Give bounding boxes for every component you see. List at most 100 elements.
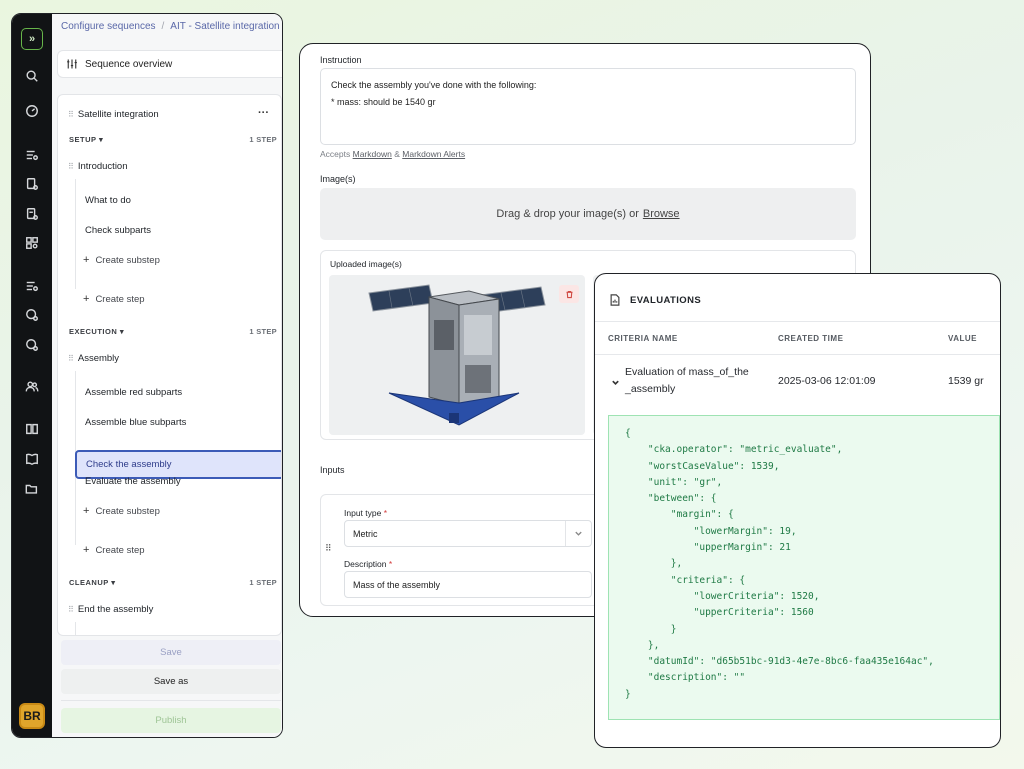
- drag-handle-icon[interactable]: ⠿: [325, 543, 332, 554]
- markdown-link[interactable]: Markdown: [353, 149, 392, 159]
- save-as-button[interactable]: Save as: [61, 669, 281, 694]
- grid-settings-icon[interactable]: [21, 232, 43, 254]
- substep-item[interactable]: Check subparts: [85, 225, 151, 236]
- substep-item[interactable]: What to do: [85, 195, 131, 206]
- description-input[interactable]: Mass of the assembly: [344, 571, 592, 598]
- json-line: "unit": "gr",: [625, 476, 723, 488]
- create-step-button[interactable]: + Create step: [83, 293, 145, 305]
- plus-icon: +: [83, 544, 90, 556]
- create-substep-button[interactable]: + Create substep: [83, 254, 160, 266]
- document-check-icon[interactable]: [21, 203, 43, 225]
- uploaded-images-label: Uploaded image(s): [330, 259, 402, 269]
- substep-item-selected[interactable]: Check the assembly: [75, 450, 281, 479]
- json-line: }: [625, 623, 677, 635]
- column-header[interactable]: CREATED TIME: [778, 334, 843, 343]
- drag-handle-icon[interactable]: ⠿: [68, 605, 74, 614]
- instruction-textarea[interactable]: Check the assembly you've done with the …: [320, 68, 856, 145]
- input-type-label: Input type *: [344, 508, 388, 518]
- substep-item[interactable]: Assemble blue subparts: [85, 417, 186, 428]
- section-header-execution[interactable]: EXECUTION ▾: [69, 327, 124, 336]
- created-time: 2025-03-06 12:01:09: [778, 375, 876, 387]
- breadcrumb: Configure sequences / AIT - Satellite inte…: [61, 21, 280, 32]
- breadcrumb-current: AIT - Satellite integration: [170, 21, 280, 32]
- json-line: "description": "": [625, 672, 746, 684]
- json-line: },: [625, 558, 683, 570]
- document-chart-icon: [610, 294, 620, 306]
- avatar[interactable]: BR: [19, 703, 45, 729]
- section-header-setup[interactable]: SETUP ▾: [69, 135, 103, 144]
- breadcrumb-parent-link[interactable]: Configure sequences: [61, 21, 156, 32]
- users-icon[interactable]: [21, 376, 43, 398]
- column-header[interactable]: VALUE: [948, 334, 977, 343]
- book-icon[interactable]: [21, 418, 43, 440]
- satellite-illustration: [368, 284, 546, 426]
- json-line: "cka.operator": "metric_evaluate",: [625, 444, 843, 456]
- column-header[interactable]: CRITERIA NAME: [608, 334, 678, 343]
- substep-item[interactable]: Assemble red subparts: [85, 387, 182, 398]
- plus-icon: +: [83, 293, 90, 305]
- delete-image-button[interactable]: [559, 285, 579, 303]
- sequence-title[interactable]: ⠿ Satellite integration: [68, 109, 159, 120]
- json-line: {: [625, 428, 631, 439]
- evaluation-value: 1539 gr: [948, 375, 984, 387]
- instruction-line: * mass: should be 1540 gr: [331, 97, 436, 107]
- list-settings-icon-2[interactable]: [21, 275, 43, 297]
- dashboard-gauge-icon[interactable]: [21, 100, 43, 122]
- tag-settings-icon-2[interactable]: [21, 334, 43, 356]
- json-line: "margin": {: [625, 509, 734, 521]
- expand-icon[interactable]: »: [21, 28, 43, 50]
- chevron-down-icon[interactable]: [611, 378, 620, 387]
- more-options-icon[interactable]: ···: [258, 107, 269, 119]
- search-icon[interactable]: [21, 65, 43, 87]
- evaluations-table-header: CRITERIA NAME CREATED TIME VALUE: [595, 321, 1000, 355]
- divider: [61, 700, 281, 701]
- tag-settings-icon[interactable]: [21, 304, 43, 326]
- step-end-the-assembly[interactable]: ⠿ End the assembly: [68, 604, 153, 615]
- json-line: "lowerMargin": 19,: [625, 525, 797, 537]
- step-introduction[interactable]: ⠿ Introduction: [68, 161, 128, 172]
- json-line: "criteria": {: [625, 574, 746, 586]
- section-count: 1 STEP: [249, 135, 277, 144]
- satellite-image-thumbnail[interactable]: [329, 275, 585, 435]
- input-type-select[interactable]: Metric: [344, 520, 592, 547]
- publish-button[interactable]: Publish: [61, 708, 281, 733]
- plus-icon: +: [83, 254, 90, 266]
- json-line: "upperMargin": 21: [625, 542, 791, 554]
- create-step-button[interactable]: + Create step: [83, 544, 145, 556]
- drag-handle-icon[interactable]: ⠿: [68, 110, 74, 119]
- sliders-icon: [67, 59, 77, 69]
- sequence-overview-label: Sequence overview: [85, 58, 173, 70]
- evaluations-title: EVALUATIONS: [609, 294, 701, 306]
- create-substep-button[interactable]: + Create substep: [83, 505, 160, 517]
- list-settings-icon[interactable]: [21, 144, 43, 166]
- browse-link[interactable]: Browse: [643, 208, 680, 220]
- book-open-icon[interactable]: [21, 448, 43, 470]
- drag-handle-icon[interactable]: ⠿: [68, 354, 74, 363]
- criteria-name-line: _assembly: [625, 383, 676, 395]
- json-line: }: [625, 688, 631, 700]
- section-count: 1 STEP: [249, 327, 277, 336]
- chevron-down-icon: [565, 521, 591, 546]
- trash-icon: [566, 290, 572, 298]
- criteria-name-line: Evaluation of mass_of_the: [625, 366, 749, 378]
- drag-handle-icon[interactable]: ⠿: [68, 162, 74, 171]
- json-line: },: [625, 639, 660, 651]
- substep-item[interactable]: Evaluate the assembly: [85, 476, 181, 487]
- markdown-hint: Accepts Markdown & Markdown Alerts: [320, 149, 466, 159]
- sequence-overview-button[interactable]: Sequence overview: [57, 50, 282, 78]
- json-line: "worstCaseValue": 1539,: [625, 460, 780, 472]
- image-dropzone[interactable]: Drag & drop your image(s) or Browse: [320, 188, 856, 240]
- evaluation-json-block: { "cka.operator": "metric_evaluate", "wo…: [608, 415, 1000, 720]
- table-row[interactable]: Evaluation of mass_of_the _assembly 2025…: [595, 356, 1000, 408]
- document-settings-icon[interactable]: [21, 173, 43, 195]
- json-line: "between": {: [625, 493, 717, 505]
- folder-open-icon[interactable]: [21, 478, 43, 500]
- json-line: "upperCriteria": 1560: [625, 607, 814, 619]
- markdown-alerts-link[interactable]: Markdown Alerts: [402, 149, 465, 159]
- save-button[interactable]: Save: [61, 640, 281, 665]
- evaluations-panel: EVALUATIONS CRITERIA NAME CREATED TIME V…: [594, 273, 1001, 748]
- instruction-line: Check the assembly you've done with the …: [331, 80, 537, 90]
- step-assembly[interactable]: ⠿ Assembly: [68, 353, 119, 364]
- instruction-label: Instruction: [320, 55, 362, 65]
- section-header-cleanup[interactable]: CLEANUP ▾: [69, 578, 115, 587]
